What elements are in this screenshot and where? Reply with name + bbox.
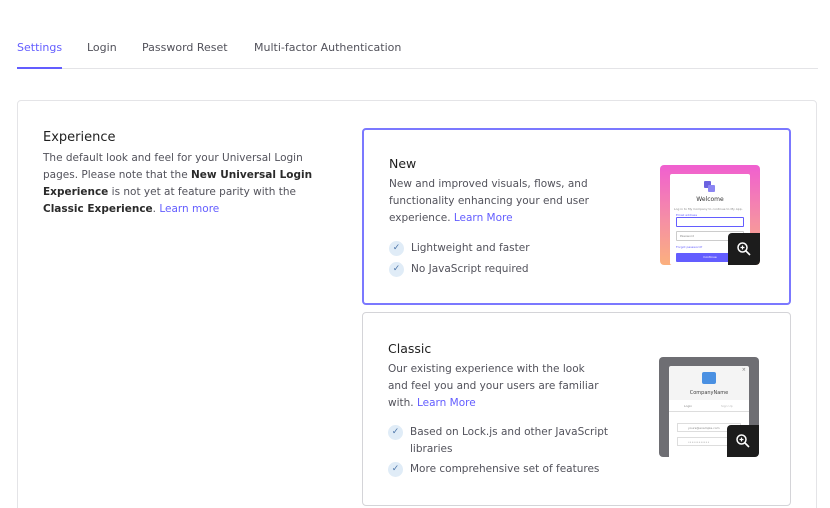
option-new-experience[interactable]: New New and improved visuals, flows, and…	[362, 128, 791, 305]
check-icon: ✓	[388, 425, 403, 440]
option-classic-learn-more-link[interactable]: Learn More	[417, 397, 476, 409]
option-new-learn-more-link[interactable]: Learn More	[454, 212, 513, 224]
tab-login[interactable]: Login	[87, 41, 117, 69]
experience-description: The default look and feel for your Unive…	[43, 152, 313, 215]
logo-icon	[704, 181, 715, 192]
zoom-in-icon[interactable]	[728, 233, 760, 265]
option-classic-title: Classic	[388, 341, 432, 356]
feature-item: ✓ More comprehensive set of features	[388, 461, 628, 478]
check-icon: ✓	[388, 462, 403, 477]
feature-item: ✓ Lightweight and faster	[389, 240, 629, 257]
zoom-in-icon[interactable]	[727, 425, 759, 457]
preview-forgot-link: Forgot password?	[676, 245, 703, 249]
preview-email-field	[676, 217, 744, 227]
check-icon: ✓	[389, 262, 404, 277]
close-icon: ×	[741, 367, 746, 373]
preview-subtitle: Log in to My Company to continue to My A…	[674, 207, 743, 211]
feature-item: ✓ No JavaScript required	[389, 261, 629, 278]
new-experience-preview: Welcome Log in to My Company to continue…	[660, 165, 760, 265]
check-icon: ✓	[389, 241, 404, 256]
feature-item: ✓ Based on Lock.js and other JavaScript …	[388, 424, 628, 458]
experience-title: Experience	[43, 130, 116, 145]
option-classic-description: Our existing experience with the look an…	[388, 363, 599, 409]
option-new-title: New	[389, 156, 417, 171]
option-classic-experience[interactable]: Classic Our existing experience with the…	[362, 312, 791, 506]
classic-experience-preview: × CompanyName Login Sign Up yours@exampl…	[659, 357, 759, 457]
option-new-description: New and improved visuals, flows, and fun…	[389, 178, 590, 224]
logo-icon	[702, 372, 716, 384]
preview-welcome: Welcome	[696, 196, 724, 203]
experience-learn-more-link[interactable]: Learn more	[159, 203, 219, 215]
tab-bar: Settings Login Password Reset Multi-fact…	[17, 0, 818, 69]
tab-settings[interactable]: Settings	[17, 41, 63, 69]
tab-password-reset[interactable]: Password Reset	[142, 41, 228, 69]
tab-multi-factor-authentication[interactable]: Multi-factor Authentication	[254, 41, 401, 69]
preview-company-name: CompanyName	[689, 390, 729, 396]
preview-tabs: Login Sign Up	[669, 400, 749, 412]
